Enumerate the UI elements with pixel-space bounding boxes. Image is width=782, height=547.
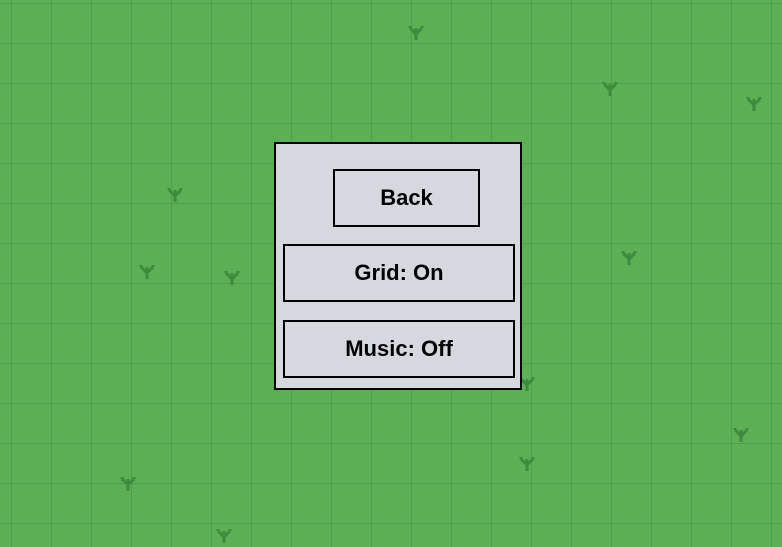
grass-tuft-icon	[601, 82, 619, 96]
grass-tuft-icon	[732, 428, 750, 442]
grass-tuft-icon	[620, 251, 638, 265]
grass-tuft-icon	[223, 271, 241, 285]
grass-tuft-icon	[119, 477, 137, 491]
back-button[interactable]: Back	[333, 169, 480, 227]
grass-tuft-icon	[407, 26, 425, 40]
grass-tuft-icon	[138, 265, 156, 279]
grid-toggle-button[interactable]: Grid: On	[283, 244, 515, 302]
grass-tuft-icon	[745, 97, 763, 111]
grass-tuft-icon	[518, 457, 536, 471]
settings-panel: Back Grid: On Music: Off	[274, 142, 522, 390]
grass-tuft-icon	[166, 188, 184, 202]
grass-tuft-icon	[215, 529, 233, 543]
music-toggle-button[interactable]: Music: Off	[283, 320, 515, 378]
